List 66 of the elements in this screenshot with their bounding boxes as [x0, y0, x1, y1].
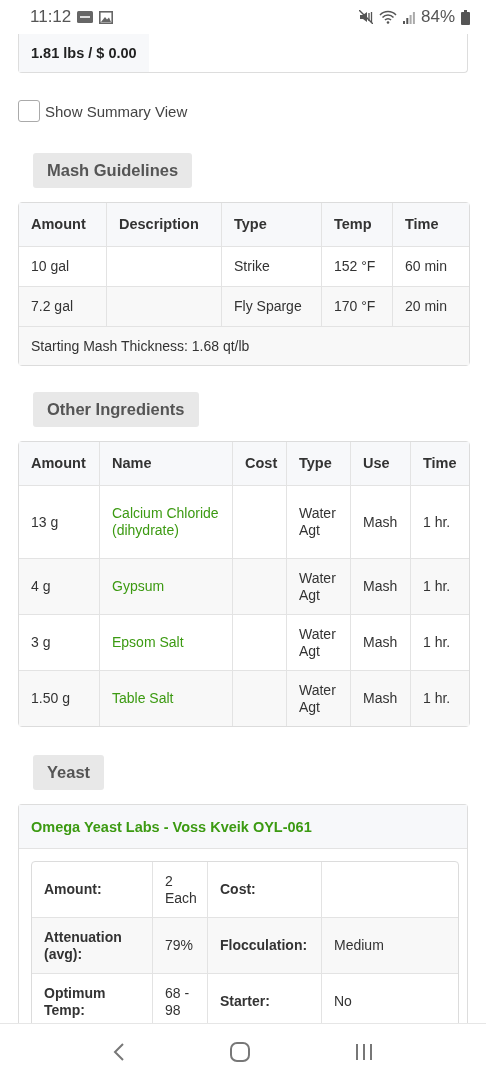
table-cell: 20 min [405, 298, 448, 314]
detail-label: Optimum Temp: [44, 984, 106, 1018]
detail-label: Starter: [220, 993, 270, 1009]
table-cell: Mash [363, 513, 398, 530]
section-heading: Mash Guidelines [33, 153, 193, 188]
detail-value: No [334, 993, 352, 1009]
home-icon[interactable] [230, 1042, 250, 1062]
detail-label: Cost: [220, 881, 256, 897]
column-header: Use [351, 442, 411, 486]
detail-label: Flocculation: [220, 937, 308, 953]
detail-value: 2 Each [165, 872, 197, 906]
table-cell: 1.50 g [31, 690, 70, 706]
table-cell: Mash [363, 578, 398, 594]
table-cell: Water Agt [299, 505, 336, 538]
table-cell: 1 hr. [423, 690, 451, 706]
table-cell: 60 min [405, 258, 448, 274]
table-cell: 152 °F [334, 258, 376, 274]
table-cell: Water Agt [299, 569, 336, 603]
detail-value: 68 - 98 [165, 984, 190, 1018]
ingredient-link[interactable]: Calcium Chloride (dihydrate) [112, 505, 220, 539]
column-header: Cost [233, 442, 287, 486]
table-cell: 7.2 gal [31, 298, 74, 314]
table-cell: 1 hr. [423, 634, 451, 650]
table-cell: 4 g [31, 578, 51, 594]
table-cell: Water Agt [299, 681, 336, 715]
table-cell: Water Agt [299, 625, 336, 659]
table-cell: 3 g [31, 634, 51, 650]
table-cell: 1 hr. [423, 513, 451, 530]
column-header: Type [287, 442, 351, 486]
detail-label: Amount: [44, 881, 102, 897]
image-icon [99, 10, 114, 24]
mute-icon [358, 10, 373, 24]
column-header: Temp [322, 203, 393, 247]
checkbox[interactable] [18, 100, 40, 122]
table-cell: 170 °F [334, 298, 376, 314]
detail-label: Attenuation (avg): [44, 928, 122, 962]
recent-apps-icon[interactable] [355, 1043, 374, 1061]
mash-thickness-note: Starting Mash Thickness: 1.68 qt/lb [31, 337, 250, 354]
column-header: Amount [19, 442, 100, 486]
column-header: Amount [19, 203, 107, 247]
notification-icon [77, 11, 94, 23]
section-heading: Other Ingredients [33, 392, 199, 427]
section-heading: Yeast [33, 755, 105, 790]
ingredient-link[interactable]: Epsom Salt [112, 634, 220, 651]
table-cell: 13 g [31, 513, 59, 530]
table-cell: Fly Sparge [234, 298, 302, 314]
detail-value: Medium [334, 937, 384, 953]
table-cell: Strike [234, 258, 270, 274]
table-cell: 10 gal [31, 258, 70, 274]
battery-percent: 84% [420, 7, 455, 27]
column-header: Name [100, 442, 233, 486]
column-header: Type [222, 203, 322, 247]
column-header: Description [107, 203, 222, 247]
table-cell: Mash [363, 634, 398, 650]
wifi-icon [378, 10, 397, 24]
detail-value: 79% [165, 937, 194, 953]
checkbox-label: Show Summary View [45, 102, 188, 120]
signal-icon [402, 10, 415, 24]
table-cell: Mash [363, 690, 398, 706]
weight-cost-total: 1.81 lbs / $ 0.00 [19, 34, 149, 72]
battery-icon [461, 9, 470, 25]
table-cell: 1 hr. [423, 578, 451, 594]
column-header: Time [393, 203, 469, 247]
back-icon[interactable] [112, 1043, 125, 1061]
column-header: Time [411, 442, 469, 486]
clock: 11:12 [30, 7, 72, 27]
